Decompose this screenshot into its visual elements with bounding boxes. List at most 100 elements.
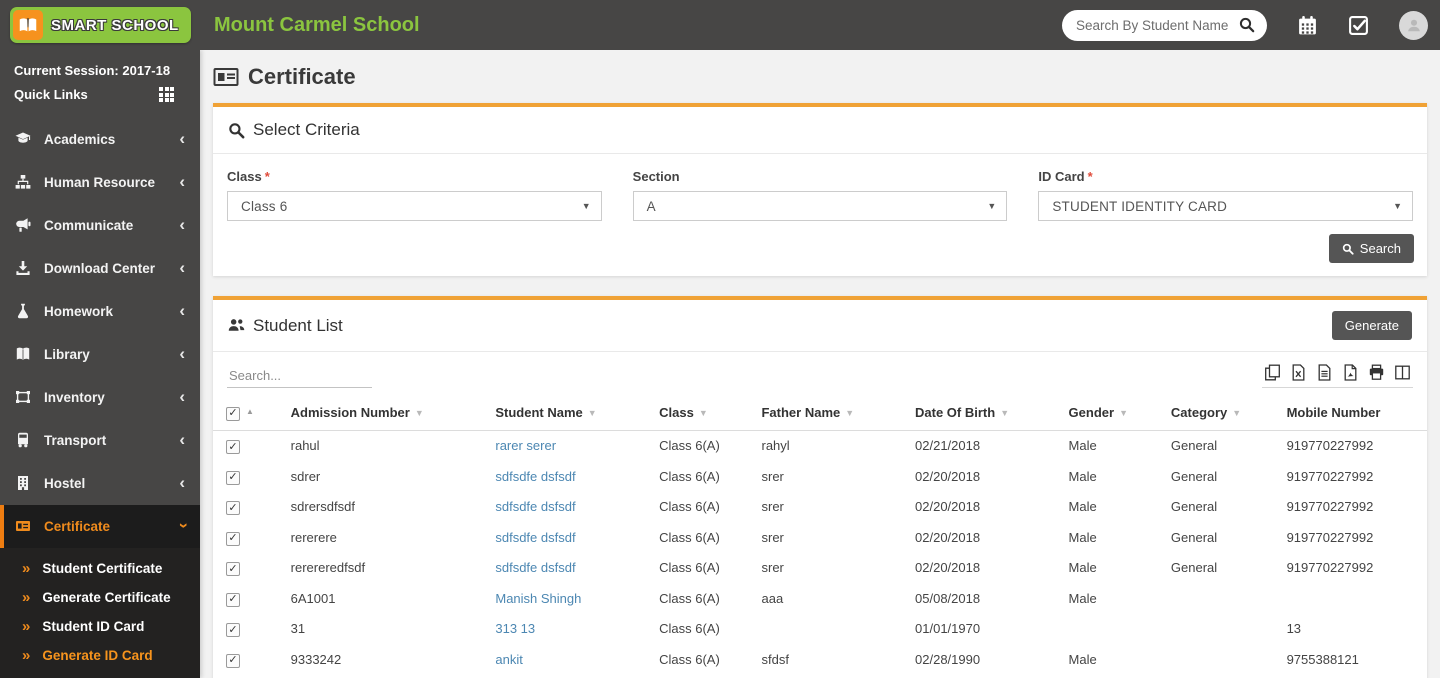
- copy-icon[interactable]: [1264, 364, 1281, 381]
- column-header-father-name[interactable]: Father Name▼: [755, 397, 909, 430]
- student-name-link[interactable]: sdfsdfe dsfsdf: [495, 560, 575, 575]
- cell-dob: 02/20/2018: [909, 492, 1063, 523]
- cell-name: sdfsdfe dsfsdf: [489, 492, 653, 523]
- student-name-link[interactable]: sdfsdfe dsfsdf: [495, 499, 575, 514]
- search-button[interactable]: Search: [1329, 234, 1414, 263]
- field-label-text: Section: [633, 169, 680, 184]
- id-card-icon: [15, 518, 32, 535]
- quick-links[interactable]: Quick Links: [0, 78, 200, 102]
- student-name-link[interactable]: sdfsdfe dsfsdf: [495, 530, 575, 545]
- table-row: ✓6A1001Manish ShinghClass 6(A)aaa05/08/2…: [213, 583, 1427, 614]
- student-name-link[interactable]: 313 13: [495, 621, 535, 636]
- column-header-label: Class: [659, 405, 694, 420]
- row-checkbox[interactable]: ✓: [226, 623, 240, 637]
- table-body: ✓rahulrarer sererClass 6(A)rahyl02/21/20…: [213, 430, 1427, 678]
- check-square-icon[interactable]: [1348, 15, 1369, 36]
- sidebar-item-label: Communicate: [44, 218, 179, 233]
- class-select[interactable]: Class 6▼: [227, 191, 602, 221]
- double-chevron-icon: »: [22, 618, 30, 635]
- sort-caret-icon: ▼: [1232, 408, 1241, 418]
- sidebar-item-transport[interactable]: Transport‹: [0, 419, 200, 462]
- row-checkbox[interactable]: ✓: [226, 532, 240, 546]
- download-icon: [15, 260, 32, 277]
- student-list-title-text: Student List: [253, 316, 343, 336]
- cell-dob: 02/20/2018: [909, 522, 1063, 553]
- chevron-left-icon: ‹: [179, 130, 185, 147]
- sidebar-item-homework[interactable]: Homework‹: [0, 290, 200, 333]
- required-asterisk: *: [1088, 169, 1093, 184]
- columns-icon[interactable]: [1394, 364, 1411, 381]
- sidebar-item-download-center[interactable]: Download Center‹: [0, 247, 200, 290]
- column-header-label: Date Of Birth: [915, 405, 995, 420]
- id-card-select[interactable]: STUDENT IDENTITY CARD▼: [1038, 191, 1413, 221]
- graduation-cap-icon: [15, 131, 32, 148]
- double-chevron-icon: »: [22, 589, 30, 606]
- submenu-item-student-id-card[interactable]: »Student ID Card: [0, 612, 200, 641]
- row-select-cell: ✓: [213, 614, 285, 645]
- row-checkbox[interactable]: ✓: [226, 440, 240, 454]
- sidebar-item-hostel[interactable]: Hostel‹: [0, 462, 200, 505]
- student-name-link[interactable]: Manish Shingh: [495, 591, 581, 606]
- cell-dob: 02/28/1990: [909, 644, 1063, 675]
- table-search-input[interactable]: [227, 364, 372, 388]
- row-checkbox[interactable]: ✓: [226, 562, 240, 576]
- student-list-title: Student List: [228, 316, 343, 336]
- select-all-checkbox[interactable]: ✓: [226, 407, 240, 421]
- sidebar-item-library[interactable]: Library‹: [0, 333, 200, 376]
- student-name-link[interactable]: ankit: [495, 652, 522, 667]
- generate-button[interactable]: Generate: [1332, 311, 1412, 340]
- avatar[interactable]: [1399, 11, 1428, 40]
- submenu-item-generate-certificate[interactable]: »Generate Certificate: [0, 583, 200, 612]
- sidebar-item-academics[interactable]: Academics‹: [0, 118, 200, 161]
- excel-icon[interactable]: [1290, 364, 1307, 381]
- sort-caret-icon: ▼: [588, 408, 597, 418]
- cell-category: [1165, 644, 1281, 675]
- current-session-label: Current Session: 2017-18: [0, 50, 200, 78]
- flask-icon: [15, 303, 32, 320]
- sort-asc-icon: ▲: [246, 407, 254, 416]
- select-all-header: ✓▲: [213, 397, 285, 430]
- chevron-left-icon: ‹: [179, 216, 185, 233]
- column-header-mobile-number[interactable]: Mobile Number: [1281, 397, 1427, 430]
- cell-mobile: 13: [1281, 614, 1427, 645]
- cell-father: sfdsf: [755, 644, 909, 675]
- csv-icon[interactable]: [1316, 364, 1333, 381]
- section-select[interactable]: A▼: [633, 191, 1008, 221]
- row-checkbox[interactable]: ✓: [226, 471, 240, 485]
- cell-admission: 31: [285, 614, 490, 645]
- row-checkbox[interactable]: ✓: [226, 593, 240, 607]
- row-checkbox[interactable]: ✓: [226, 501, 240, 515]
- column-header-gender[interactable]: Gender▼: [1063, 397, 1165, 430]
- column-header-category[interactable]: Category ▼: [1165, 397, 1281, 430]
- cell-category: General: [1165, 553, 1281, 584]
- student-list-card: Student List Generate ✓▲Admission Number…: [213, 296, 1427, 678]
- select-criteria-card: Select Criteria Class*Class 6▼SectionA▼I…: [213, 103, 1427, 276]
- sidebar-item-communicate[interactable]: Communicate‹: [0, 204, 200, 247]
- student-search-input[interactable]: [1076, 18, 1239, 33]
- column-header-class[interactable]: Class▼: [653, 397, 755, 430]
- row-checkbox[interactable]: ✓: [226, 654, 240, 668]
- student-name-link[interactable]: rarer serer: [495, 438, 556, 453]
- calendar-icon[interactable]: [1297, 15, 1318, 36]
- student-name-link[interactable]: sdfsdfe dsfsdf: [495, 469, 575, 484]
- column-header-student-name[interactable]: Student Name▼: [489, 397, 653, 430]
- sidebar-item-inventory[interactable]: Inventory‹: [0, 376, 200, 419]
- topbar-search[interactable]: [1062, 10, 1267, 41]
- column-header-admission-number[interactable]: Admission Number▼: [285, 397, 490, 430]
- submenu-item-generate-id-card[interactable]: »Generate ID Card: [0, 641, 200, 670]
- required-asterisk: *: [265, 169, 270, 184]
- field-label-text: Class: [227, 169, 262, 184]
- cell-name: ankit: [489, 644, 653, 675]
- book-icon: [15, 346, 32, 363]
- search-icon[interactable]: [1239, 17, 1255, 33]
- column-header-date-of-birth[interactable]: Date Of Birth▼: [909, 397, 1063, 430]
- sidebar-item-certificate[interactable]: Certificate‹: [0, 505, 200, 548]
- logo[interactable]: SMART SCHOOL: [0, 7, 200, 43]
- print-icon[interactable]: [1368, 364, 1385, 381]
- sidebar-item-human-resource[interactable]: Human Resource‹: [0, 161, 200, 204]
- column-header-label: Category: [1171, 405, 1227, 420]
- cell-dob: 05/09/2018: [909, 675, 1063, 678]
- pdf-icon[interactable]: [1342, 364, 1359, 381]
- submenu-item-student-certificate[interactable]: »Student Certificate: [0, 554, 200, 583]
- column-header-label: Admission Number: [291, 405, 410, 420]
